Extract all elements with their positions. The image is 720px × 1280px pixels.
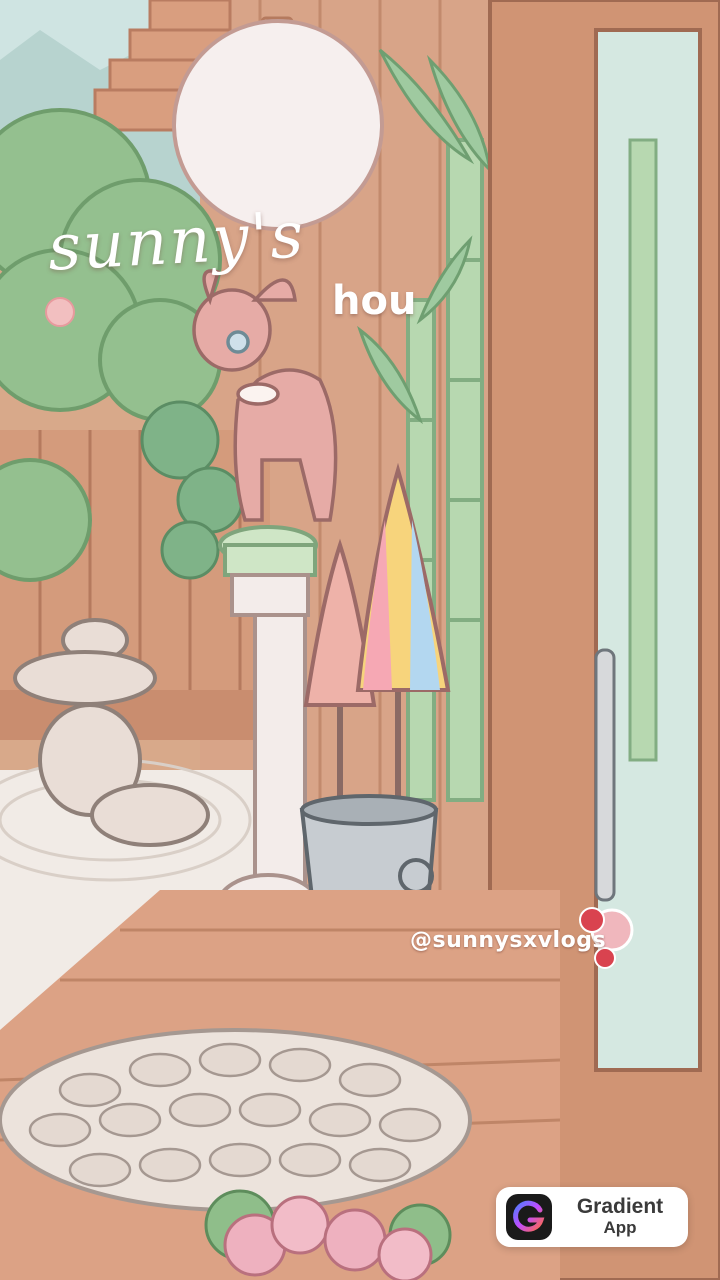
gradient-app-icon bbox=[506, 1194, 552, 1240]
creator-handle: @sunnysxvlogs bbox=[410, 928, 607, 953]
overlay-subtitle: hou bbox=[332, 278, 417, 324]
gradient-app-badge[interactable]: Gradient App bbox=[496, 1187, 688, 1247]
overlay-title: sunny's bbox=[46, 198, 307, 286]
badge-app-sub: App bbox=[603, 1218, 637, 1237]
door-handle bbox=[594, 648, 616, 902]
illustrated-scene bbox=[0, 0, 720, 1280]
pink-flower-left bbox=[45, 297, 75, 327]
globe-lamp bbox=[172, 19, 384, 231]
badge-app-name: Gradient bbox=[576, 1195, 664, 1218]
